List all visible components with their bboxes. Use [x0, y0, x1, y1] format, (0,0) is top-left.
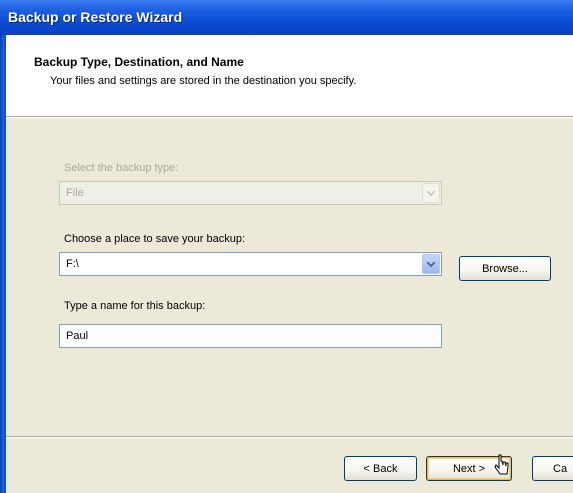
back-button[interactable]: < Back — [344, 456, 417, 481]
browse-button[interactable]: Browse... — [459, 256, 551, 281]
window-title: Backup or Restore Wizard — [8, 9, 183, 25]
backup-type-label: Select the backup type: — [64, 162, 179, 174]
chevron-down-icon[interactable] — [422, 254, 440, 274]
footer-divider — [6, 436, 573, 438]
mouse-cursor-icon — [494, 454, 510, 479]
backup-name-input[interactable]: Paul — [59, 324, 442, 348]
destination-select[interactable]: F:\ — [59, 252, 442, 276]
title-bar[interactable]: Backup or Restore Wizard — [0, 0, 573, 35]
destination-label: Choose a place to save your backup: — [64, 233, 246, 245]
cancel-button[interactable]: Ca — [532, 456, 573, 481]
header-subtitle: Your files and settings are stored in th… — [50, 75, 357, 87]
chevron-down-icon — [422, 183, 440, 203]
backup-name-value: Paul — [66, 330, 89, 342]
wizard-header: Backup Type, Destination, and Name Your … — [6, 35, 573, 116]
header-title: Backup Type, Destination, and Name — [34, 55, 244, 69]
backup-name-label: Type a name for this backup: — [64, 300, 206, 312]
backup-type-value: File — [66, 187, 84, 199]
wizard-window: Backup or Restore Wizard Backup Type, De… — [0, 0, 573, 493]
backup-type-select: File — [59, 181, 442, 205]
header-divider — [6, 116, 573, 118]
destination-value: F:\ — [66, 258, 79, 270]
